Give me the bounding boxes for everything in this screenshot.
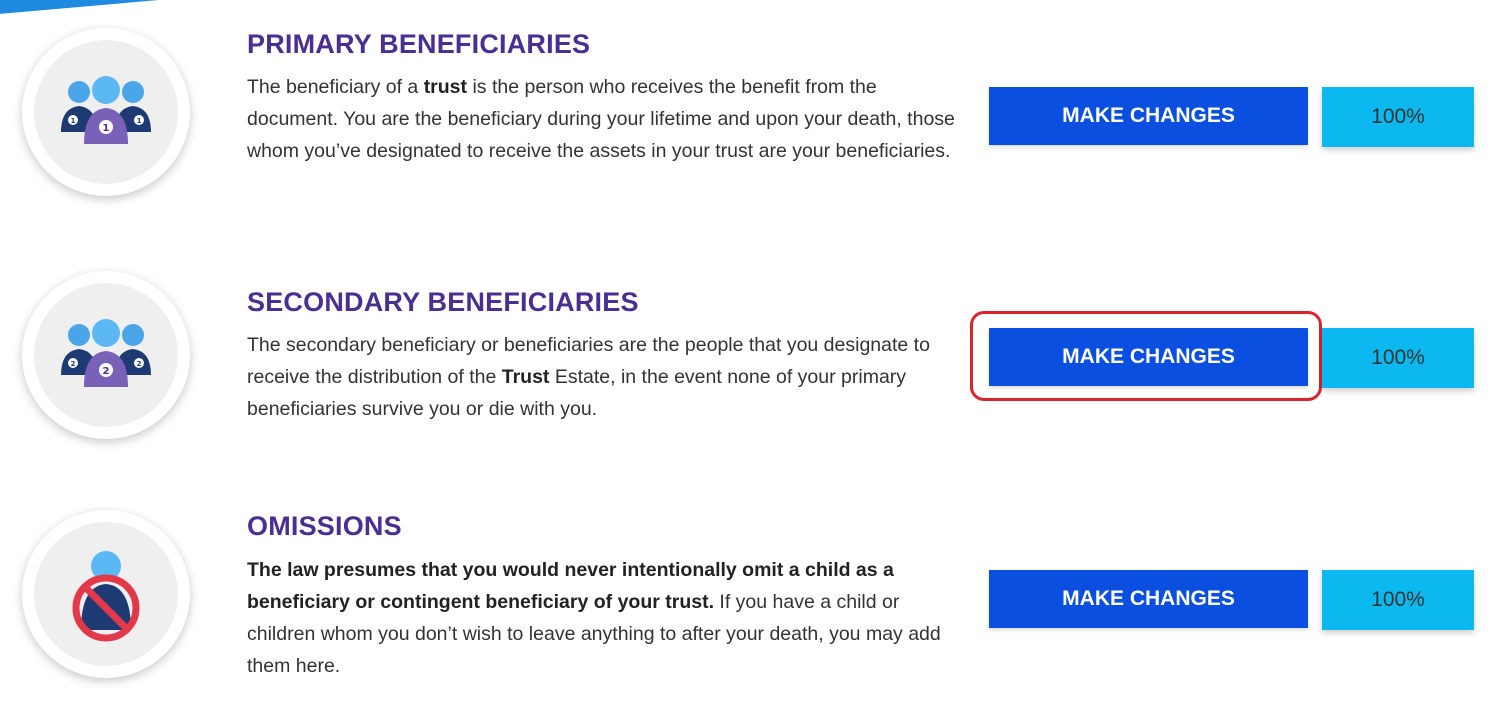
secondary-percent-badge: 100%	[1322, 328, 1474, 388]
secondary-beneficiaries-icon-circle: 2 2 2	[22, 271, 190, 439]
secondary-beneficiaries-description: The secondary beneficiary or beneficiari…	[247, 334, 930, 420]
group-people-icon: 1 1 1	[61, 76, 151, 144]
svg-text:2: 2	[103, 366, 110, 377]
svg-text:1: 1	[103, 123, 110, 134]
top-accent-stripe	[0, 0, 221, 18]
omissions-icon-circle	[22, 510, 190, 678]
secondary-make-changes-button[interactable]: MAKE CHANGES	[989, 328, 1308, 386]
primary-beneficiaries-description: The beneficiary of a trust is the person…	[247, 76, 955, 162]
svg-text:1: 1	[137, 117, 142, 125]
svg-text:2: 2	[137, 360, 142, 368]
no-person-icon	[72, 551, 140, 642]
omissions-percent-badge: 100%	[1322, 570, 1474, 630]
primary-make-changes-button[interactable]: MAKE CHANGES	[989, 87, 1308, 145]
primary-beneficiaries-icon-circle: 1 1 1	[22, 28, 190, 196]
omissions-description: The law presumes that you would never in…	[247, 559, 941, 677]
svg-text:1: 1	[71, 117, 76, 125]
omissions-title: OMISSIONS	[247, 511, 402, 541]
svg-text:2: 2	[71, 360, 76, 368]
primary-percent-badge: 100%	[1322, 87, 1474, 147]
group-people-icon: 2 2 2	[61, 319, 151, 387]
primary-beneficiaries-title: PRIMARY BENEFICIARIES	[247, 29, 591, 59]
secondary-beneficiaries-title: SECONDARY BENEFICIARIES	[247, 287, 639, 317]
omissions-make-changes-button[interactable]: MAKE CHANGES	[989, 570, 1308, 628]
